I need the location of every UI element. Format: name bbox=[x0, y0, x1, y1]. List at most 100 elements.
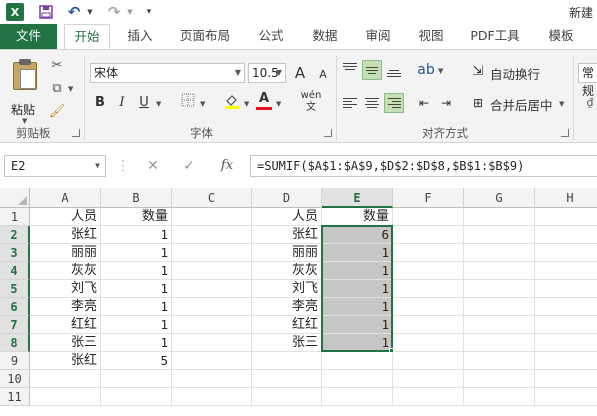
bold-button[interactable]: B bbox=[90, 93, 110, 113]
font-name-combo[interactable]: 宋体 ▼ bbox=[90, 63, 245, 83]
wrap-text-icon[interactable]: ⇲ bbox=[468, 62, 488, 82]
tab-insert[interactable]: 插入 bbox=[117, 24, 163, 49]
column-header-b[interactable]: B bbox=[101, 188, 172, 208]
wrap-text-button[interactable]: 自动换行 bbox=[490, 64, 540, 83]
paste-dropdown-icon[interactable]: ▼ bbox=[22, 117, 27, 125]
chevron-down-icon[interactable]: ▼ bbox=[276, 64, 282, 82]
grow-font-button[interactable]: A bbox=[290, 63, 310, 83]
enter-icon[interactable]: ✓ bbox=[178, 155, 200, 177]
shrink-font-button[interactable]: A bbox=[313, 65, 333, 85]
cell-g9[interactable] bbox=[464, 352, 535, 370]
insert-function-icon[interactable]: fx bbox=[216, 155, 238, 177]
row-header-9[interactable]: 9 bbox=[0, 352, 30, 370]
chevron-down-icon[interactable]: ▼ bbox=[235, 64, 241, 82]
cell-f7[interactable] bbox=[393, 316, 464, 334]
tab-home[interactable]: 开始 bbox=[64, 24, 110, 50]
cell-h11[interactable] bbox=[535, 388, 597, 406]
cell-d8[interactable]: 张三 bbox=[252, 334, 322, 352]
cell-a3[interactable]: 丽丽 bbox=[30, 244, 101, 262]
cell-g3[interactable] bbox=[464, 244, 535, 262]
font-launcher-icon[interactable] bbox=[324, 129, 332, 137]
italic-button[interactable]: I bbox=[112, 93, 132, 113]
cell-g2[interactable] bbox=[464, 226, 535, 244]
formula-input[interactable]: =SUMIF($A$1:$A$9,$D$2:$D$8,$B$1:$B$9) bbox=[250, 155, 597, 177]
tab-review[interactable]: 审阅 bbox=[355, 24, 401, 49]
cell-f5[interactable] bbox=[393, 280, 464, 298]
cell-a4[interactable]: 灰灰 bbox=[30, 262, 101, 280]
tab-formulas[interactable]: 公式 bbox=[248, 24, 294, 49]
increase-indent-icon[interactable]: ⇥ bbox=[436, 93, 456, 113]
cell-b4[interactable]: 1 bbox=[101, 262, 172, 280]
cell-b9[interactable]: 5 bbox=[101, 352, 172, 370]
cell-f8[interactable] bbox=[393, 334, 464, 352]
tab-file[interactable]: 文件 bbox=[0, 24, 57, 49]
cell-e2[interactable]: 6 bbox=[322, 226, 393, 244]
align-bottom-icon[interactable] bbox=[384, 60, 404, 80]
cell-b7[interactable]: 1 bbox=[101, 316, 172, 334]
cell-e1[interactable]: 数量 bbox=[322, 208, 393, 226]
cell-e9[interactable] bbox=[322, 352, 393, 370]
redo-dropdown-icon[interactable]: ▼ bbox=[126, 3, 134, 21]
merge-dropdown-icon[interactable]: ▼ bbox=[559, 100, 564, 108]
cell-e5[interactable]: 1 bbox=[322, 280, 393, 298]
cancel-icon[interactable]: ✕ bbox=[142, 155, 164, 177]
column-header-e[interactable]: E bbox=[322, 188, 393, 208]
merge-center-button[interactable]: 合并后居中 bbox=[490, 95, 553, 114]
cell-h8[interactable] bbox=[535, 334, 597, 352]
undo-icon[interactable]: ↶ bbox=[66, 3, 82, 21]
cell-d6[interactable]: 李亮 bbox=[252, 298, 322, 316]
tab-templates[interactable]: 模板 bbox=[538, 24, 584, 49]
column-header-h[interactable]: H bbox=[535, 188, 597, 208]
cell-g11[interactable] bbox=[464, 388, 535, 406]
row-header-1[interactable]: 1 bbox=[0, 208, 30, 226]
font-size-combo[interactable]: 10.5 ▼ bbox=[248, 63, 286, 83]
cell-a1[interactable]: 人员 bbox=[30, 208, 101, 226]
cell-h3[interactable] bbox=[535, 244, 597, 262]
row-header-8[interactable]: 8 bbox=[0, 334, 30, 352]
align-right-icon[interactable] bbox=[384, 93, 404, 113]
undo-dropdown-icon[interactable]: ▼ bbox=[86, 3, 94, 21]
cell-h6[interactable] bbox=[535, 298, 597, 316]
cell-g10[interactable] bbox=[464, 370, 535, 388]
name-box[interactable]: E2 ▼ bbox=[4, 155, 106, 177]
worksheet-grid[interactable]: A B C D E F G H 1 人员 数量 人员 数量 2 张红 1 张红 6 3 丽丽 1 丽丽 1 4 灰灰 1 灰灰 1 5 刘… bbox=[0, 188, 597, 416]
orientation-dropdown-icon[interactable]: ▼ bbox=[438, 67, 443, 75]
cell-f4[interactable] bbox=[393, 262, 464, 280]
cell-f10[interactable] bbox=[393, 370, 464, 388]
cell-b11[interactable] bbox=[101, 388, 172, 406]
cell-a10[interactable] bbox=[30, 370, 101, 388]
align-center-icon[interactable] bbox=[362, 93, 382, 113]
chevron-down-icon[interactable]: ▼ bbox=[95, 156, 100, 176]
cell-c9[interactable] bbox=[172, 352, 252, 370]
row-header-3[interactable]: 3 bbox=[0, 244, 30, 262]
cell-a11[interactable] bbox=[30, 388, 101, 406]
cut-icon[interactable]: ✂ bbox=[48, 56, 66, 74]
fill-color-button[interactable] bbox=[222, 93, 242, 113]
copy-icon[interactable]: ⧉ bbox=[48, 79, 66, 97]
cell-b1[interactable]: 数量 bbox=[101, 208, 172, 226]
column-header-a[interactable]: A bbox=[30, 188, 101, 208]
column-header-f[interactable]: F bbox=[393, 188, 464, 208]
cell-h4[interactable] bbox=[535, 262, 597, 280]
cell-d1[interactable]: 人员 bbox=[252, 208, 322, 226]
cell-e11[interactable] bbox=[322, 388, 393, 406]
fill-color-dropdown-icon[interactable]: ▼ bbox=[244, 100, 249, 108]
cell-g4[interactable] bbox=[464, 262, 535, 280]
row-header-11[interactable]: 11 bbox=[0, 388, 30, 406]
cell-g6[interactable] bbox=[464, 298, 535, 316]
row-header-2[interactable]: 2 bbox=[0, 226, 30, 244]
row-header-4[interactable]: 4 bbox=[0, 262, 30, 280]
cell-c10[interactable] bbox=[172, 370, 252, 388]
save-icon[interactable] bbox=[38, 3, 54, 21]
tab-page-layout[interactable]: 页面布局 bbox=[172, 24, 238, 49]
cell-g7[interactable] bbox=[464, 316, 535, 334]
cell-d9[interactable] bbox=[252, 352, 322, 370]
cell-c4[interactable] bbox=[172, 262, 252, 280]
cell-h1[interactable] bbox=[535, 208, 597, 226]
underline-dropdown-icon[interactable]: ▼ bbox=[156, 100, 161, 108]
cell-d11[interactable] bbox=[252, 388, 322, 406]
accounting-format-icon[interactable]: ₫ bbox=[580, 93, 597, 113]
cell-g1[interactable] bbox=[464, 208, 535, 226]
row-header-7[interactable]: 7 bbox=[0, 316, 30, 334]
cell-d5[interactable]: 刘飞 bbox=[252, 280, 322, 298]
